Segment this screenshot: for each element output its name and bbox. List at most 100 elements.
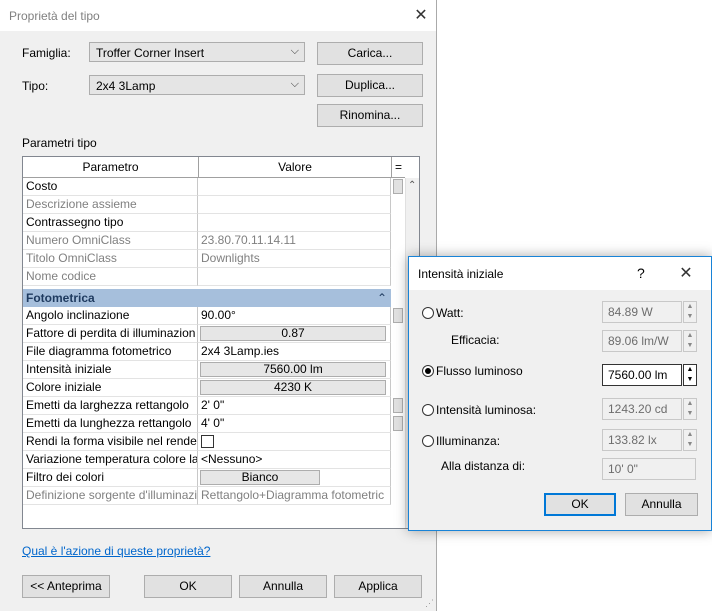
param-value-cell: 4230 K — [198, 379, 391, 397]
anteprima-button[interactable]: << Anteprima — [22, 575, 110, 598]
param-value-cell: Bianco — [198, 469, 391, 487]
flusso-spinner[interactable]: ▲ ▼ — [683, 364, 697, 386]
illuminanza-spinner[interactable]: ▲ ▼ — [683, 429, 697, 451]
watt-radio[interactable] — [422, 307, 434, 319]
param-name: Emetti da larghezza rettangolo — [23, 397, 198, 415]
chevron-down-icon: ⌵ — [290, 78, 299, 90]
grid-row[interactable]: Colore iniziale 4230 K — [23, 379, 391, 397]
annulla-button[interactable]: Annulla — [239, 575, 327, 598]
grid-row[interactable]: Costo — [23, 178, 391, 196]
grid-row[interactable]: Numero OmniClass 23.80.70.11.14.11 — [23, 232, 391, 250]
illuminanza-label: Illuminanza: — [436, 434, 501, 448]
param-value-button[interactable]: Bianco — [200, 470, 320, 485]
grid-row[interactable]: Contrassegno tipo — [23, 214, 391, 232]
param-value[interactable]: 2x4 3Lamp.ies — [198, 343, 391, 361]
param-name: Definizione sorgente d'illuminazi — [23, 487, 198, 505]
grid-row[interactable]: Definizione sorgente d'illuminazi Rettan… — [23, 487, 391, 505]
grid-row[interactable]: Nome codice — [23, 268, 391, 286]
famiglia-dropdown[interactable]: Troffer Corner Insert ⌵ — [89, 42, 305, 62]
resize-grip-icon[interactable]: ⋰ — [425, 598, 434, 609]
close-icon[interactable]: ✕ — [406, 2, 436, 30]
render-visible-checkbox[interactable] — [201, 435, 214, 449]
rinomina-button[interactable]: Rinomina... — [317, 104, 423, 127]
param-name: Descrizione assieme — [23, 196, 198, 214]
grid-row[interactable]: Emetti da lunghezza rettangolo 4' 0" — [23, 415, 391, 433]
intensita-radio[interactable] — [422, 404, 434, 416]
formula-button[interactable] — [393, 416, 403, 431]
param-name: Numero OmniClass — [23, 232, 198, 250]
ok-button[interactable]: OK — [544, 493, 616, 516]
intensita-spinner[interactable]: ▲ ▼ — [683, 398, 697, 420]
close-icon[interactable]: ✕ — [671, 260, 701, 288]
grid-row[interactable]: Filtro dei colori Bianco — [23, 469, 391, 487]
param-value-button[interactable]: 7560.00 lm — [200, 362, 386, 377]
grid-row[interactable]: Rendi la forma visibile nel render — [23, 433, 391, 451]
column-header-valore[interactable]: Valore — [199, 157, 392, 178]
help-link[interactable]: Qual è l'azione di queste proprietà? — [22, 544, 210, 558]
watt-spinner[interactable]: ▲ ▼ — [683, 301, 697, 323]
grid-row[interactable]: Intensità iniziale 7560.00 lm — [23, 361, 391, 379]
param-name: Colore iniziale — [23, 379, 198, 397]
param-value[interactable]: 4' 0" — [198, 415, 391, 433]
flusso-field[interactable]: 7560.00 lm — [602, 364, 682, 386]
flusso-radio[interactable] — [422, 365, 434, 377]
param-value: Downlights — [198, 250, 391, 268]
intensita-field[interactable]: 1243.20 cd — [602, 398, 682, 420]
scroll-up-icon[interactable]: ⌃ — [408, 180, 416, 191]
watt-field[interactable]: 84.89 W — [602, 301, 682, 323]
param-name: Angolo inclinazione — [23, 307, 198, 325]
column-header-parametro[interactable]: Parametro — [23, 157, 199, 178]
grid-row[interactable]: File diagramma fotometrico 2x4 3Lamp.ies — [23, 343, 391, 361]
title-bar: Intensità iniziale ? ✕ — [409, 257, 711, 290]
param-name: Nome codice — [23, 268, 198, 286]
annulla-button[interactable]: Annulla — [625, 493, 698, 516]
initial-intensity-dialog: Intensità iniziale ? ✕ Watt: 84.89 W ▲ ▼ … — [408, 256, 712, 531]
param-value: Rettangolo+Diagramma fotometric — [198, 487, 391, 505]
grid-row[interactable]: Titolo OmniClass Downlights — [23, 250, 391, 268]
param-value[interactable] — [198, 268, 391, 286]
param-name: Intensità iniziale — [23, 361, 198, 379]
param-name: Emetti da lunghezza rettangolo — [23, 415, 198, 433]
dialog-title: Proprietà del tipo — [9, 9, 100, 23]
param-value-cell: 7560.00 lm — [198, 361, 391, 379]
collapse-icon[interactable]: ⌃ — [377, 289, 387, 307]
formula-button[interactable] — [393, 179, 403, 194]
formula-button[interactable] — [393, 308, 403, 323]
param-value[interactable] — [198, 214, 391, 232]
param-value-cell: 0.87 — [198, 325, 391, 343]
param-value[interactable]: 2' 0" — [198, 397, 391, 415]
grid-row[interactable]: Fattore di perdita di illuminazion 0.87 — [23, 325, 391, 343]
grid-row[interactable]: Emetti da larghezza rettangolo 2' 0" — [23, 397, 391, 415]
title-bar: Proprietà del tipo ✕ — [0, 0, 436, 31]
param-value: 23.80.70.11.14.11 — [198, 232, 391, 250]
column-header-equals[interactable]: = — [392, 157, 405, 178]
dialog-title: Intensità iniziale — [418, 267, 504, 281]
efficacia-field[interactable]: 89.06 lm/W — [602, 330, 682, 352]
chevron-down-icon: ⌵ — [290, 45, 299, 57]
distanza-field[interactable]: 10' 0" — [602, 458, 696, 480]
famiglia-value: Troffer Corner Insert — [96, 46, 205, 60]
carica-button[interactable]: Carica... — [317, 42, 423, 65]
tipo-dropdown[interactable]: 2x4 3Lamp ⌵ — [89, 75, 305, 95]
grid-row[interactable]: Descrizione assieme — [23, 196, 391, 214]
efficacia-spinner[interactable]: ▲ ▼ — [683, 330, 697, 352]
formula-button[interactable] — [393, 398, 403, 413]
applica-button[interactable]: Applica — [334, 575, 422, 598]
param-value[interactable]: <Nessuno> — [198, 451, 391, 469]
grid-row[interactable]: Variazione temperatura colore la <Nessun… — [23, 451, 391, 469]
param-value[interactable]: 90.00° — [198, 307, 391, 325]
illuminanza-radio[interactable] — [422, 435, 434, 447]
ok-button[interactable]: OK — [144, 575, 232, 598]
help-icon[interactable]: ? — [637, 265, 645, 281]
distanza-label: Alla distanza di: — [441, 459, 526, 473]
param-name: Filtro dei colori — [23, 469, 198, 487]
grid-row[interactable]: Angolo inclinazione 90.00° — [23, 307, 391, 325]
illuminanza-field[interactable]: 133.82 lx — [602, 429, 682, 451]
param-name: Titolo OmniClass — [23, 250, 198, 268]
section-header-fotometrica[interactable]: Fotometrica ⌃ — [23, 289, 391, 307]
param-value[interactable] — [198, 196, 391, 214]
param-value-button[interactable]: 0.87 — [200, 326, 386, 341]
duplica-button[interactable]: Duplica... — [317, 74, 423, 97]
param-value[interactable] — [198, 178, 391, 196]
param-value-button[interactable]: 4230 K — [200, 380, 386, 395]
